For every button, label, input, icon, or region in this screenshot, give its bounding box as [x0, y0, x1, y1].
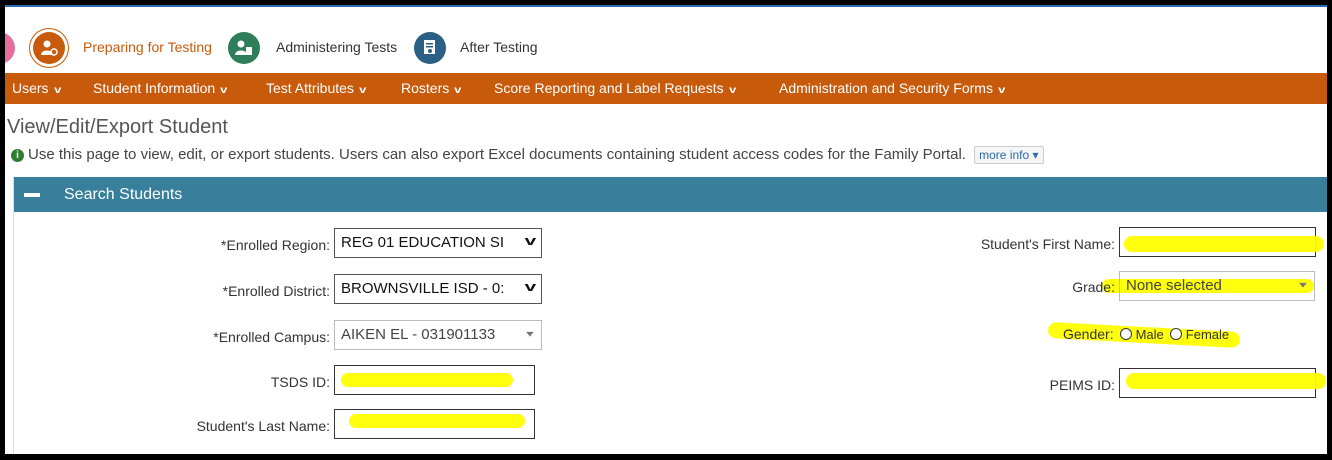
enrolled-district-select[interactable]: BROWNSVILLE ISD - 0: v [334, 274, 542, 304]
triangle-down-icon: ▼ [523, 330, 537, 339]
search-students-header[interactable]: Search Students [14, 177, 1327, 212]
page-title: View/Edit/Export Student [7, 116, 228, 138]
gender-group: Gender: Male Female [1063, 326, 1229, 342]
more-info-button[interactable]: more info ▾ [974, 146, 1044, 164]
nav-rosters[interactable]: Rosters v [401, 80, 462, 99]
preparing-testing-icon[interactable] [33, 32, 65, 64]
enrolled-campus-value: AIKEN EL - 031901133 [341, 326, 496, 343]
chevron-down-icon: v [728, 85, 736, 96]
chevron-down-icon: v [524, 234, 537, 249]
highlight-mark [349, 414, 525, 428]
last-name-label: Student's Last Name: [196, 418, 330, 434]
first-name-input[interactable] [1119, 227, 1324, 257]
info-icon: i [11, 149, 24, 162]
nav-administration-security-forms-label: Administration and Security Forms [779, 80, 993, 96]
highlight-mark [1126, 373, 1326, 389]
step-after-testing[interactable]: After Testing [460, 39, 538, 55]
step-administering-tests[interactable]: Administering Tests [276, 39, 397, 55]
enrolled-region-label: *Enrolled Region: [221, 237, 330, 253]
tsds-id-label: TSDS ID: [270, 374, 330, 390]
main-nav: Users v Student Information v Test Attribu… [5, 73, 1327, 104]
peims-id-label: PEIMS ID: [1049, 377, 1115, 393]
workflow-bar: Preparing for Testing Administering Test… [5, 5, 1327, 70]
chevron-down-icon: v [220, 85, 228, 96]
female-label: Female [1185, 327, 1230, 342]
enrolled-campus-select[interactable]: AIKEN EL - 031901133 ▼ [334, 320, 542, 350]
more-info-label: more info [979, 148, 1030, 162]
search-students-title: Search Students [64, 186, 183, 203]
nav-test-attributes[interactable]: Test Attributes v [266, 80, 366, 99]
grade-label: Grade: [1072, 279, 1115, 295]
nav-test-attributes-label: Test Attributes [266, 80, 354, 96]
enrolled-region-select[interactable]: REG 01 EDUCATION SI v [334, 228, 542, 258]
chevron-down-icon: v [359, 85, 367, 96]
gender-label: Gender: [1063, 326, 1114, 342]
grade-select[interactable]: None selected ▼ [1119, 271, 1315, 301]
triangle-down-icon: ▼ [1296, 281, 1310, 290]
enrolled-campus-label: *Enrolled Campus: [213, 329, 330, 345]
female-radio[interactable] [1169, 328, 1182, 340]
previous-step-icon[interactable] [5, 32, 15, 64]
nav-score-reporting[interactable]: Score Reporting and Label Requests v [494, 80, 736, 99]
info-message: i Use this page to view, edit, or export … [11, 146, 1044, 164]
nav-student-information[interactable]: Student Information v [93, 80, 228, 99]
collapse-icon[interactable] [24, 193, 40, 197]
last-name-input[interactable] [334, 409, 535, 439]
chevron-down-icon: v [998, 85, 1006, 96]
male-radio[interactable] [1119, 328, 1132, 340]
tsds-id-input[interactable] [334, 365, 535, 395]
search-students-panel: Search Students *Enrolled Region: REG 01… [13, 177, 1327, 454]
info-text: Use this page to view, edit, or export s… [28, 146, 966, 163]
enrolled-district-label: *Enrolled District: [222, 283, 330, 299]
administering-tests-icon[interactable] [228, 32, 260, 64]
highlight-mark [1124, 236, 1324, 252]
highlight-mark [341, 373, 513, 387]
nav-users-label: Users [12, 80, 49, 96]
enrolled-district-value: BROWNSVILLE ISD - 0: [341, 280, 505, 297]
app-window: Preparing for Testing Administering Test… [5, 5, 1327, 454]
chevron-down-icon: v [53, 85, 61, 96]
peims-id-input[interactable] [1119, 368, 1326, 398]
caret-down-icon: ▾ [1032, 148, 1039, 162]
nav-users[interactable]: Users v [12, 80, 61, 99]
nav-score-reporting-label: Score Reporting and Label Requests [494, 80, 724, 96]
grade-value: None selected [1126, 277, 1222, 294]
nav-administration-security-forms[interactable]: Administration and Security Forms v [779, 80, 1005, 99]
after-testing-icon[interactable] [414, 32, 446, 64]
enrolled-region-value: REG 01 EDUCATION SI [341, 234, 505, 251]
first-name-label: Student's First Name: [980, 236, 1115, 252]
nav-student-information-label: Student Information [93, 80, 216, 96]
step-preparing-testing[interactable]: Preparing for Testing [83, 39, 212, 55]
chevron-down-icon: v [454, 85, 462, 96]
male-label: Male [1135, 327, 1164, 342]
chevron-down-icon: v [524, 280, 537, 295]
nav-rosters-label: Rosters [401, 80, 450, 96]
